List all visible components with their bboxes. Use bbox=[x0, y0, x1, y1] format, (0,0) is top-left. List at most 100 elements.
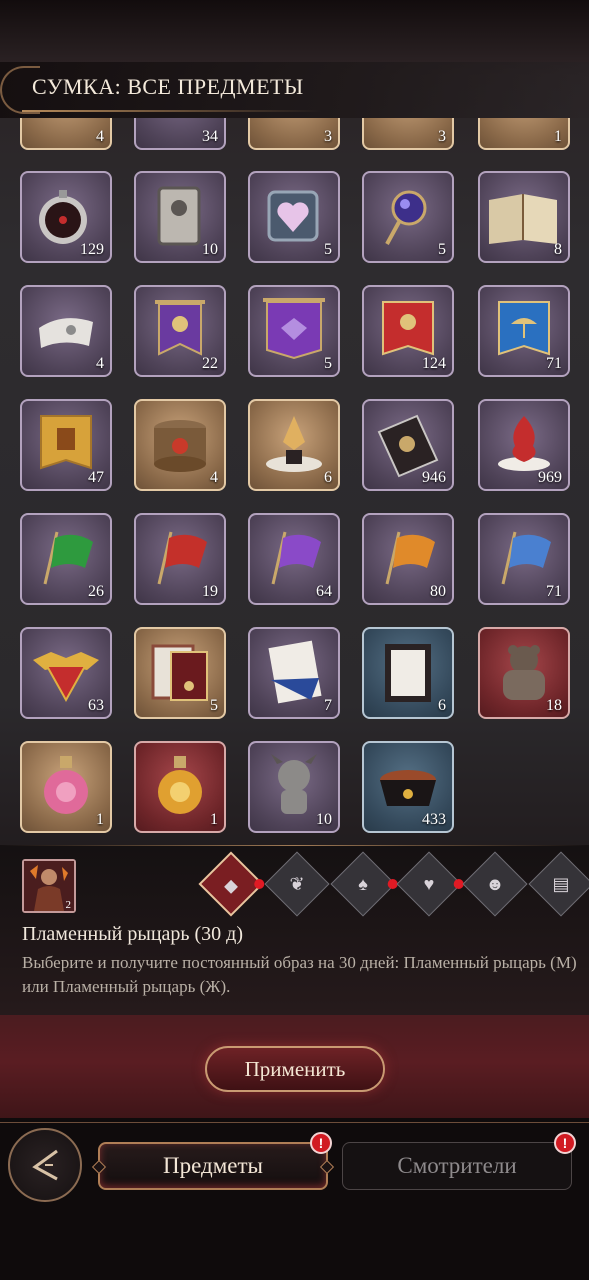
slot-count: 3 bbox=[438, 128, 446, 145]
slot-count: 124 bbox=[422, 355, 446, 372]
slot-count: 71 bbox=[546, 355, 562, 372]
slot-count: 1 bbox=[96, 811, 104, 828]
inventory-slot[interactable]: 7 bbox=[248, 627, 340, 719]
thumbnail-count: 2 bbox=[65, 899, 72, 911]
inventory-slot[interactable]: 4 bbox=[20, 285, 112, 377]
inventory-slot[interactable]: 1 bbox=[478, 118, 570, 150]
slot-count: 1 bbox=[554, 128, 562, 145]
back-button[interactable] bbox=[8, 1128, 82, 1202]
tab-keepers[interactable]: Смотрители bbox=[342, 1142, 572, 1190]
category-tab-cat[interactable]: ☻ bbox=[462, 851, 528, 917]
inventory-slot[interactable]: 22 bbox=[134, 285, 226, 377]
inventory-slot[interactable]: 63 bbox=[20, 627, 112, 719]
inventory-slot[interactable]: 124 bbox=[362, 285, 454, 377]
selected-item-thumbnail[interactable]: 2 bbox=[22, 859, 76, 913]
category-tab-hearts[interactable]: ♥ bbox=[396, 851, 464, 917]
inventory-slot[interactable]: 5 bbox=[134, 627, 226, 719]
inventory-slot[interactable]: 969 bbox=[478, 399, 570, 491]
tab-items-label: Предметы bbox=[163, 1153, 263, 1178]
category-tab-drops[interactable]: ❦ bbox=[264, 851, 330, 917]
inventory-slot[interactable]: 946 bbox=[362, 399, 454, 491]
category-tab-tickets[interactable]: ▤ bbox=[528, 851, 589, 917]
inventory-slot[interactable]: 4 bbox=[20, 118, 112, 150]
alert-dot bbox=[254, 879, 265, 889]
slot-count: 47 bbox=[88, 469, 104, 486]
slot-count: 7 bbox=[324, 697, 332, 714]
slot-count: 4 bbox=[96, 128, 104, 145]
tab-keepers-alert-badge: ! bbox=[554, 1132, 576, 1154]
inventory-slot[interactable]: 64 bbox=[248, 513, 340, 605]
slot-count: 3 bbox=[324, 128, 332, 145]
inventory-grid: 4 34 3 3 1 129 10 5 5 8 4 22 5 124 71 47 4 6 946 969 26 19 64 8… bbox=[0, 118, 589, 845]
selected-item-description: Выберите и получите постоянный образ на … bbox=[22, 953, 577, 996]
inventory-slot[interactable]: 80 bbox=[362, 513, 454, 605]
inventory-slot[interactable]: 5 bbox=[362, 171, 454, 263]
drops-icon: ❦ bbox=[289, 873, 305, 894]
inventory-slot[interactable]: 433 bbox=[362, 741, 454, 833]
slot-count: 71 bbox=[546, 583, 562, 600]
slot-count: 8 bbox=[554, 241, 562, 258]
slot-count: 80 bbox=[430, 583, 446, 600]
inventory-slot[interactable]: 71 bbox=[478, 285, 570, 377]
cat-icon: ☻ bbox=[485, 873, 505, 894]
inventory-slot[interactable]: 71 bbox=[478, 513, 570, 605]
bottom-bar-line bbox=[0, 1122, 589, 1123]
slot-count: 18 bbox=[546, 697, 562, 714]
detail-divider bbox=[0, 845, 589, 846]
slot-count: 22 bbox=[202, 355, 218, 372]
category-tab-diamond-grid[interactable]: ◆ bbox=[198, 851, 265, 917]
inventory-slot[interactable]: 26 bbox=[20, 513, 112, 605]
inventory-slot[interactable]: 10 bbox=[248, 741, 340, 833]
inventory-slot[interactable]: 5 bbox=[248, 285, 340, 377]
slot-count: 34 bbox=[202, 128, 218, 145]
inventory-slot[interactable]: 47 bbox=[20, 399, 112, 491]
slot-count: 10 bbox=[316, 811, 332, 828]
tab-items[interactable]: Предметы bbox=[91, 1142, 335, 1190]
inventory-slot[interactable]: 5 bbox=[248, 171, 340, 263]
slot-count: 4 bbox=[210, 469, 218, 486]
inventory-slot[interactable]: 1 bbox=[134, 741, 226, 833]
tickets-icon: ▤ bbox=[552, 873, 570, 894]
inventory-slot[interactable]: 6 bbox=[248, 399, 340, 491]
slot-count: 6 bbox=[438, 697, 446, 714]
slot-count: 4 bbox=[96, 355, 104, 372]
inventory-slot[interactable]: 10 bbox=[134, 171, 226, 263]
inventory-slot[interactable]: 3 bbox=[362, 118, 454, 150]
hearts-icon: ♥ bbox=[423, 873, 435, 894]
inventory-slot[interactable]: 19 bbox=[134, 513, 226, 605]
page-header: СУМКА: ВСЕ ПРЕДМЕТЫ bbox=[0, 62, 589, 118]
slot-count: 946 bbox=[422, 469, 446, 486]
slot-count: 969 bbox=[538, 469, 562, 486]
slot-count: 433 bbox=[422, 811, 446, 828]
inventory-slot[interactable]: 6 bbox=[362, 627, 454, 719]
slot-count: 129 bbox=[80, 241, 104, 258]
category-tab-character[interactable]: ♠ bbox=[330, 851, 398, 917]
slot-count: 5 bbox=[324, 355, 332, 372]
inventory-slot[interactable]: 18 bbox=[478, 627, 570, 719]
back-arrow-icon bbox=[32, 1149, 58, 1181]
inventory-slot[interactable]: 8 bbox=[478, 171, 570, 263]
slot-count: 63 bbox=[88, 697, 104, 714]
apply-button[interactable]: Применить bbox=[205, 1046, 385, 1092]
selected-item-name: Пламенный рыцарь (30 д) bbox=[22, 923, 244, 945]
slot-count: 64 bbox=[316, 583, 332, 600]
page-title: СУМКА: ВСЕ ПРЕДМЕТЫ bbox=[32, 74, 304, 99]
slot-count: 6 bbox=[324, 469, 332, 486]
tab-keepers-label: Смотрители bbox=[397, 1153, 517, 1178]
top-decor-band bbox=[0, 0, 589, 62]
tab-items-alert-badge: ! bbox=[310, 1132, 332, 1154]
slot-count: 5 bbox=[324, 241, 332, 258]
slot-count: 10 bbox=[202, 241, 218, 258]
character-icon: ♠ bbox=[358, 873, 368, 894]
slot-count: 19 bbox=[202, 583, 218, 600]
inventory-slot[interactable]: 129 bbox=[20, 171, 112, 263]
header-rule bbox=[22, 110, 322, 112]
slot-count: 26 bbox=[88, 583, 104, 600]
slot-count: 1 bbox=[210, 811, 218, 828]
diamond-grid-icon: ◆ bbox=[224, 874, 238, 895]
inventory-slot[interactable]: 34 bbox=[134, 118, 226, 150]
inventory-slot[interactable]: 4 bbox=[134, 399, 226, 491]
inventory-slot[interactable]: 1 bbox=[20, 741, 112, 833]
inventory-slot[interactable]: 3 bbox=[248, 118, 340, 150]
item-detail-panel: 2 ◆ ❦ ♠ ♥ ☻ ▤ Пламенный рыцарь (30 д) Выберит… bbox=[0, 845, 589, 1015]
